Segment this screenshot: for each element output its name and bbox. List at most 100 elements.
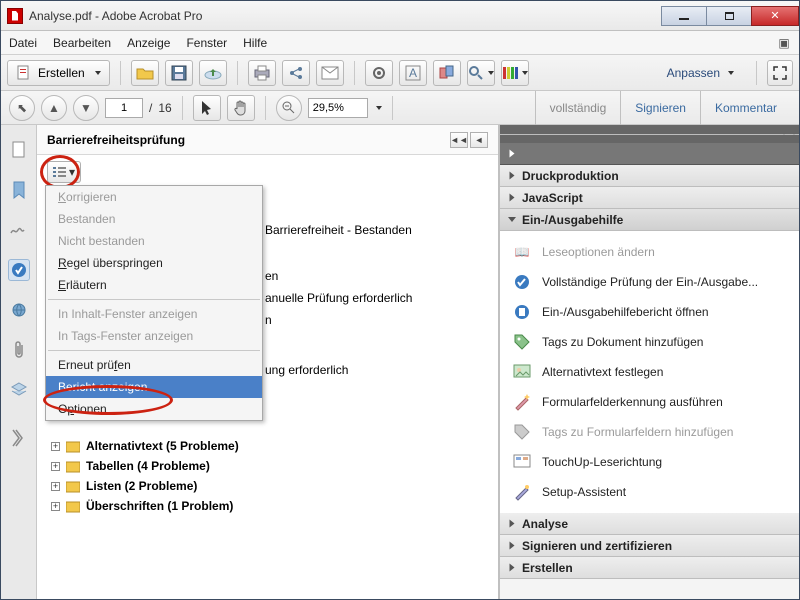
fullscreen-button[interactable] (767, 60, 793, 86)
gear-button[interactable] (365, 60, 393, 86)
ctx-erneut-pruefen[interactable]: Erneut prüfen (46, 354, 262, 376)
rail-hide-icon[interactable] (8, 427, 30, 449)
grip-icon[interactable]: ⋮⋮ (779, 127, 793, 141)
ocr-button[interactable]: A (399, 60, 427, 86)
search-button[interactable] (467, 60, 495, 86)
rail-globe-icon[interactable] (8, 299, 30, 321)
chevron-down-icon[interactable] (376, 106, 382, 110)
rail-layers-icon[interactable] (8, 379, 30, 401)
color-button[interactable] (501, 60, 529, 86)
section-analyse[interactable]: Analyse (500, 513, 799, 535)
close-button[interactable]: ✕ (751, 6, 799, 26)
section-javascript[interactable]: JavaScript (500, 187, 799, 209)
window-buttons: ✕ (662, 6, 799, 26)
accessibility-panel: Barrierefreiheitsprüfung ◄◄ ◄ ▾ Korrigie… (37, 125, 499, 599)
tag-form-icon (512, 422, 532, 442)
tab-kommentar[interactable]: Kommentar (700, 91, 791, 125)
share-button[interactable] (282, 60, 310, 86)
folder-icon (66, 439, 80, 453)
section-ein-ausgabehilfe[interactable]: Ein-/Ausgabehilfe (500, 209, 799, 231)
tool-alternativtext[interactable]: Alternativtext festlegen (500, 357, 799, 387)
tool-bericht-oeffnen[interactable]: Ein-/Ausgabehilfebericht öffnen (500, 297, 799, 327)
tab-vollstaendig[interactable]: vollständig (535, 91, 621, 125)
rail-accessibility-icon[interactable] (8, 259, 30, 281)
save-cloud-button[interactable] (199, 60, 227, 86)
email-button[interactable] (316, 60, 344, 86)
color-bars-icon (502, 65, 518, 81)
folder-icon (66, 479, 80, 493)
touchup-icon (512, 452, 532, 472)
rail-pages-icon[interactable] (8, 139, 30, 161)
ctx-bericht-anzeigen[interactable]: Bericht anzeigen (46, 376, 262, 398)
print-button[interactable] (248, 60, 276, 86)
ctx-erlaeutern[interactable]: Erläutern (46, 274, 262, 296)
ctx-korrigieren: Korrigieren (46, 186, 262, 208)
page-sep: / (149, 101, 152, 115)
section-signieren-zertifizieren[interactable]: Signieren und zertifizieren (500, 535, 799, 557)
tree-fragment-1: Barrierefreiheit - Bestanden (265, 223, 412, 237)
tool-vollpruefung[interactable]: Vollständige Prüfung der Ein-/Ausgabe... (500, 267, 799, 297)
share-icon (288, 65, 304, 81)
tree-item-ueberschriften[interactable]: +Überschriften (1 Problem) (51, 499, 239, 513)
ctx-optionen[interactable]: Optionen (46, 398, 262, 420)
hand-tool-button[interactable] (227, 95, 255, 121)
next-page-button[interactable]: ▼ (73, 95, 99, 121)
ctx-regel-ueberspringen[interactable]: Regel überspringen (46, 252, 262, 274)
tool-formularfeld[interactable]: Formularfelderkennung ausführen (500, 387, 799, 417)
context-menu: Korrigieren Bestanden Nicht bestanden Re… (45, 185, 263, 421)
tree-label: Tabellen (4 Probleme) (86, 459, 210, 473)
rail-attachment-icon[interactable] (8, 339, 30, 361)
prev-page-button[interactable]: ▲ (41, 95, 67, 121)
app-body: Barrierefreiheitsprüfung ◄◄ ◄ ▾ Korrigie… (1, 125, 799, 599)
tree-item-listen[interactable]: +Listen (2 Probleme) (51, 479, 239, 493)
menu-help[interactable]: Hilfe (243, 36, 267, 50)
tool-setup-assistent[interactable]: Setup-Assistent (500, 477, 799, 507)
tool-label: Ein-/Ausgabehilfebericht öffnen (542, 305, 709, 319)
save-button[interactable] (165, 60, 193, 86)
rail-bookmark-icon[interactable] (8, 179, 30, 201)
minimize-button[interactable] (661, 6, 707, 26)
zoom-out-button[interactable] (276, 95, 302, 121)
tool-label: Setup-Assistent (542, 485, 626, 499)
panel-nav-prev[interactable]: ◄◄ (450, 132, 468, 148)
tree-item-tabellen[interactable]: +Tabellen (4 Probleme) (51, 459, 239, 473)
tools-panel: ⋮⋮ . Druckproduktion JavaScript Ein-/Aus… (499, 125, 799, 599)
section-hidden-header[interactable]: . (500, 143, 799, 165)
tree-fragment-5: ung erforderlich (265, 363, 348, 377)
menu-edit[interactable]: Bearbeiten (53, 36, 111, 50)
zoom-input[interactable] (308, 98, 368, 118)
accessibility-title: Barrierefreiheitsprüfung (47, 133, 185, 147)
tree-item-alternativtext[interactable]: +Alternativtext (5 Probleme) (51, 439, 239, 453)
ctx-bestanden: Bestanden (46, 208, 262, 230)
menu-window[interactable]: Fenster (186, 36, 227, 50)
maximize-button[interactable] (706, 6, 752, 26)
options-list-icon (53, 166, 67, 178)
accessibility-tools-list: 📖Leseoptionen ändern Vollständige Prüfun… (500, 231, 799, 513)
ctx-in-tags: In Tags-Fenster anzeigen (46, 325, 262, 347)
rail-signature-icon[interactable] (8, 219, 30, 241)
select-tool-button[interactable] (193, 95, 221, 121)
customize-dropdown[interactable]: Anpassen (655, 66, 746, 80)
menubar: Datei Bearbeiten Anzeige Fenster Hilfe ▣ (1, 31, 799, 55)
tool-touchup[interactable]: TouchUp-Leserichtung (500, 447, 799, 477)
section-druckproduktion[interactable]: Druckproduktion (500, 165, 799, 187)
combine-button[interactable] (433, 60, 461, 86)
first-page-button[interactable]: ⬉ (9, 95, 35, 121)
combine-icon (439, 65, 455, 81)
nav-toolbar: ⬉ ▲ ▼ / 16 vollständig Signieren Komment… (1, 91, 799, 125)
options-menu-button[interactable]: ▾ (47, 161, 81, 183)
panel-nav-collapse[interactable]: ◄ (470, 132, 488, 148)
tool-tags-hinzufuegen[interactable]: Tags zu Dokument hinzufügen (500, 327, 799, 357)
gear-icon (371, 65, 387, 81)
create-button[interactable]: Erstellen (7, 60, 110, 86)
open-button[interactable] (131, 60, 159, 86)
system-menu-icon[interactable]: ▣ (777, 36, 791, 50)
tool-leseoptionen: 📖Leseoptionen ändern (500, 237, 799, 267)
menu-view[interactable]: Anzeige (127, 36, 170, 50)
folder-open-icon (136, 65, 154, 81)
section-erstellen[interactable]: Erstellen (500, 557, 799, 579)
menu-file[interactable]: Datei (9, 36, 37, 50)
section-label: JavaScript (522, 191, 583, 205)
page-input[interactable] (105, 98, 143, 118)
tab-signieren[interactable]: Signieren (620, 91, 700, 125)
